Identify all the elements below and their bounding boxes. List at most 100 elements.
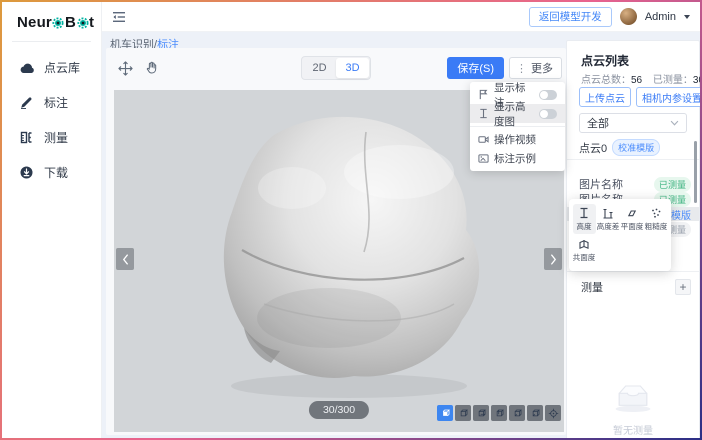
view-front-button[interactable]	[455, 405, 471, 421]
mode-3d-button[interactable]: 3D	[336, 58, 369, 78]
panel-stats: 点云总数：56 已测量：30	[581, 71, 693, 86]
view-bottom-button[interactable]	[527, 405, 543, 421]
empty-box-icon	[611, 381, 655, 413]
avatar[interactable]	[620, 8, 637, 25]
menu-item-label: 操作视频	[494, 132, 536, 147]
image-list-item[interactable]: 图片名称 已测量	[567, 177, 699, 191]
chevron-right-icon	[550, 254, 557, 265]
sidebar-item-pointcloud-library[interactable]: 点云库	[2, 50, 101, 85]
sidebar-item-annotate[interactable]: 标注	[2, 85, 101, 120]
ellipsis-icon: ⋮	[516, 62, 527, 75]
cloud-icon	[20, 62, 35, 74]
menu-fold-icon[interactable]	[112, 11, 126, 23]
app-window: Neur B t 点云库 标注 测量 下载	[2, 2, 700, 438]
show-annotation-toggle[interactable]	[539, 90, 557, 100]
cube-icon	[512, 408, 523, 419]
height-tool-icon	[578, 207, 590, 219]
menu-item-annotation-example[interactable]: 标注示例	[470, 149, 565, 168]
cube-icon	[458, 408, 469, 419]
download-icon	[20, 166, 35, 179]
filter-select[interactable]: 全部	[579, 113, 687, 133]
pointcloud-panel: 点云列表 点云总数：56 已测量：30 上传点云 相机内参设置 全部 点云0 校…	[566, 40, 700, 438]
tool-height[interactable]: 高度	[573, 204, 596, 234]
top-header: 返回模型开发 Admin	[102, 2, 700, 32]
menu-item-show-heightmap[interactable]: 显示高度图	[470, 104, 565, 123]
view-back-button[interactable]	[473, 405, 489, 421]
reset-view-button[interactable]	[545, 405, 561, 421]
menu-item-label: 显示高度图	[494, 99, 534, 129]
stat-value: 56	[631, 75, 642, 86]
template-tag: 校准模版	[612, 139, 660, 156]
upload-pointcloud-button[interactable]: 上传点云	[579, 87, 631, 107]
sidebar: Neur B t 点云库 标注 测量 下载	[2, 2, 102, 438]
stat-value: 30	[693, 75, 700, 86]
more-button[interactable]: ⋮ 更多	[509, 57, 562, 79]
back-to-model-dev-button[interactable]: 返回模型开发	[529, 7, 612, 27]
show-heightmap-toggle[interactable]	[539, 109, 557, 119]
tool-label: 共面度	[573, 252, 596, 262]
sidebar-nav: 点云库 标注 测量 下载	[2, 50, 101, 190]
view-left-button[interactable]	[491, 405, 507, 421]
pointcloud-item[interactable]: 点云0 校准模版	[579, 139, 691, 156]
save-button[interactable]: 保存(S)	[447, 57, 504, 79]
example-image-icon	[478, 153, 489, 164]
toolbar-actions: 保存(S) ⋮ 更多	[447, 57, 562, 79]
mode-2d-button[interactable]: 2D	[303, 58, 336, 78]
video-icon	[478, 134, 489, 145]
view-top-button[interactable]	[509, 405, 525, 421]
cube-icon	[440, 408, 451, 419]
header-actions: 返回模型开发 Admin	[529, 7, 690, 27]
cube-icon	[494, 408, 505, 419]
caret-down-icon	[684, 15, 690, 19]
height-map-icon	[478, 108, 489, 119]
brand-text: B	[65, 14, 76, 31]
brand-logo: Neur B t	[2, 2, 101, 31]
more-button-label: 更多	[531, 60, 553, 76]
empty-state: 暂无测量	[567, 381, 699, 437]
flag-icon	[478, 89, 489, 100]
tool-coplanarity[interactable]: 共面度	[573, 235, 596, 265]
more-dropdown-menu: 显示标注 显示高度图 操作视频 标注示例	[470, 82, 565, 171]
pen-icon	[20, 96, 35, 109]
sidebar-item-download[interactable]: 下载	[2, 155, 101, 190]
filter-value: 全部	[587, 115, 609, 131]
brand-text: t	[89, 14, 94, 31]
view-iso-button[interactable]	[437, 405, 453, 421]
list-scrollbar[interactable]	[694, 141, 697, 203]
tool-label: 高度	[576, 221, 591, 231]
view-cube-buttons	[437, 405, 561, 421]
next-image-button[interactable]	[544, 248, 562, 270]
flatness-tool-icon	[626, 207, 638, 219]
cube-icon	[530, 408, 541, 419]
divider	[12, 41, 91, 42]
camera-params-button[interactable]: 相机内参设置	[636, 87, 700, 107]
tool-label: 粗糙度	[645, 221, 668, 231]
view-mode-toggle: 2D 3D	[301, 56, 371, 80]
hand-icon[interactable]	[145, 61, 159, 75]
username[interactable]: Admin	[645, 11, 676, 23]
divider	[567, 271, 699, 272]
add-measure-button[interactable]: +	[675, 279, 691, 295]
gear-icon	[77, 17, 89, 29]
measure-section-header: 测量 +	[581, 279, 691, 295]
divider	[567, 159, 699, 160]
tool-roughness[interactable]: 粗糙度	[645, 204, 668, 234]
sidebar-item-label: 点云库	[44, 59, 80, 76]
tool-height-diff[interactable]: 高度差	[597, 204, 620, 234]
image-name: 图片名称	[579, 176, 623, 192]
crosshair-icon	[548, 408, 559, 419]
viewer-card: 2D 3D 保存(S) ⋮ 更多	[106, 48, 566, 435]
main-content: 机车识别/标注 2D 3D 保存(S) ⋮更多	[102, 32, 700, 438]
sidebar-item-label: 标注	[44, 94, 68, 111]
measure-tools-popup: 高度 高度差 平面度 粗糙度 共面度	[569, 199, 671, 271]
tool-flatness[interactable]: 平面度	[621, 204, 644, 234]
menu-item-tutorial-video[interactable]: 操作视频	[470, 130, 565, 149]
stat-label: 点云总数：	[581, 75, 631, 86]
roughness-tool-icon	[650, 207, 662, 219]
sidebar-item-measure[interactable]: 测量	[2, 120, 101, 155]
move-icon[interactable]	[118, 61, 133, 76]
chevron-left-icon	[122, 254, 129, 265]
measure-section-title: 测量	[581, 279, 603, 295]
prev-image-button[interactable]	[116, 248, 134, 270]
pointcloud-name: 点云0	[579, 140, 607, 156]
